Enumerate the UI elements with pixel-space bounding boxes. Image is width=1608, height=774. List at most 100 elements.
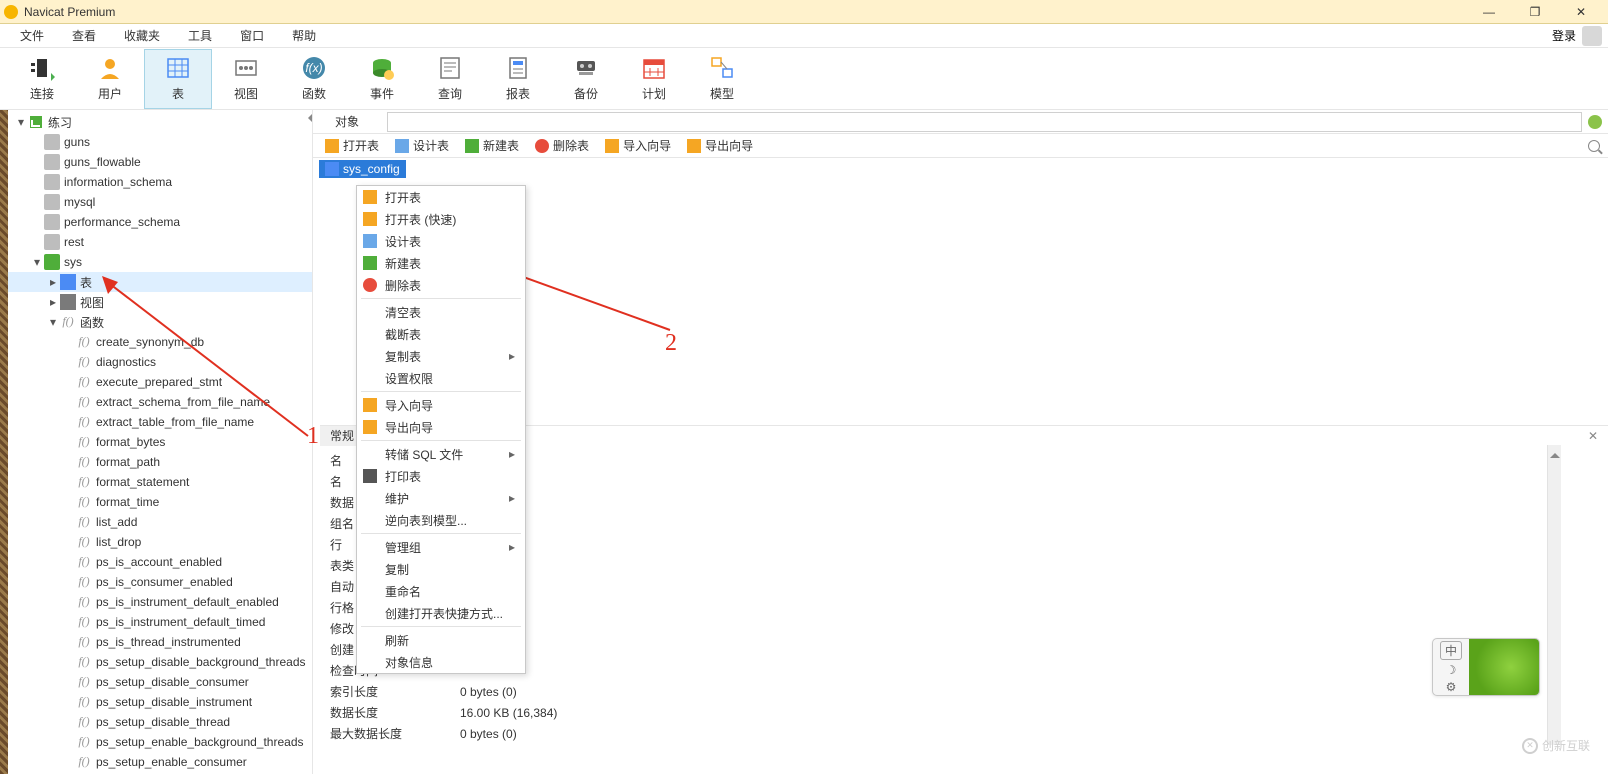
tree-node[interactable]: ▸视图 bbox=[8, 292, 312, 312]
ribbon-label: 函数 bbox=[302, 85, 326, 102]
tree-node[interactable]: f()ps_is_instrument_default_timed bbox=[8, 612, 312, 632]
ribbon-view[interactable]: 视图 bbox=[212, 49, 280, 109]
tree-node[interactable]: f()ps_setup_enable_consumer bbox=[8, 752, 312, 772]
avatar-icon[interactable] bbox=[1582, 26, 1602, 46]
watermark-logo-icon: ✕ bbox=[1522, 738, 1538, 754]
menu-tools[interactable]: 工具 bbox=[174, 24, 226, 48]
menu-file[interactable]: 文件 bbox=[6, 24, 58, 48]
ribbon-event[interactable]: 事件 bbox=[348, 49, 416, 109]
tb-design-table[interactable]: 设计表 bbox=[389, 135, 455, 157]
tree-node[interactable]: f()ps_setup_disable_background_threads bbox=[8, 652, 312, 672]
search-icon[interactable] bbox=[1588, 140, 1600, 152]
ribbon-schedule[interactable]: 计划 bbox=[620, 49, 688, 109]
menu-view[interactable]: 查看 bbox=[58, 24, 110, 48]
tree-node[interactable]: f()extract_table_from_file_name bbox=[8, 412, 312, 432]
search-box[interactable] bbox=[387, 112, 1582, 132]
tree-node[interactable]: f()ps_is_account_enabled bbox=[8, 552, 312, 572]
menu-bar: 文件 查看 收藏夹 工具 窗口 帮助 登录 bbox=[0, 24, 1608, 48]
ribbon-query[interactable]: 查询 bbox=[416, 49, 484, 109]
ctx-item[interactable]: 创建打开表快捷方式... bbox=[357, 602, 525, 624]
tree-node[interactable]: f()format_statement bbox=[8, 472, 312, 492]
ctx-item[interactable]: 打开表 (快速) bbox=[357, 208, 525, 230]
tb-open-table[interactable]: 打开表 bbox=[319, 135, 385, 157]
annotation-label-2: 2 bbox=[665, 330, 677, 357]
tree-node[interactable]: f()ps_is_consumer_enabled bbox=[8, 572, 312, 592]
tree-node[interactable]: f()format_time bbox=[8, 492, 312, 512]
tree-node[interactable]: f()execute_prepared_stmt bbox=[8, 372, 312, 392]
ribbon-connect[interactable]: 连接 bbox=[8, 49, 76, 109]
login-link[interactable]: 登录 bbox=[1552, 27, 1576, 44]
ctx-item[interactable]: 对象信息 bbox=[357, 651, 525, 673]
watermark-text: 创新互联 bbox=[1542, 737, 1590, 754]
menu-help[interactable]: 帮助 bbox=[278, 24, 330, 48]
tree-node[interactable]: ▸表 bbox=[8, 272, 312, 292]
tree-node[interactable]: f()create_synonym_db bbox=[8, 332, 312, 352]
minimize-button[interactable]: — bbox=[1466, 1, 1512, 23]
tree-node[interactable]: ▾sys bbox=[8, 252, 312, 272]
tree-node[interactable]: performance_schema bbox=[8, 212, 312, 232]
tree-node[interactable]: rest bbox=[8, 232, 312, 252]
ctx-item[interactable]: 打印表 bbox=[357, 465, 525, 487]
ctx-item[interactable]: 设计表 bbox=[357, 230, 525, 252]
window-left-edge bbox=[0, 110, 8, 774]
ribbon-report[interactable]: 报表 bbox=[484, 49, 552, 109]
ctx-item[interactable]: 删除表 bbox=[357, 274, 525, 296]
info-close-button[interactable]: ✕ bbox=[1578, 429, 1608, 443]
ribbon-backup[interactable]: 备份 bbox=[552, 49, 620, 109]
ctx-item[interactable]: 导出向导 bbox=[357, 416, 525, 438]
tree-node[interactable]: ▾练习 bbox=[8, 112, 312, 132]
tree-node[interactable]: guns bbox=[8, 132, 312, 152]
tb-import[interactable]: 导入向导 bbox=[599, 135, 677, 157]
maximize-button[interactable]: ❐ bbox=[1512, 1, 1558, 23]
selected-table-item[interactable]: sys_config bbox=[319, 160, 406, 178]
tree-node[interactable]: f()format_path bbox=[8, 452, 312, 472]
ctx-item[interactable]: 打开表 bbox=[357, 186, 525, 208]
menu-fav[interactable]: 收藏夹 bbox=[110, 24, 174, 48]
tree-node[interactable]: f()list_add bbox=[8, 512, 312, 532]
close-button[interactable]: ✕ bbox=[1558, 1, 1604, 23]
gear-icon: ⚙ bbox=[1446, 680, 1457, 694]
tb-new-table[interactable]: 新建表 bbox=[459, 135, 525, 157]
ctx-item[interactable]: 维护▸ bbox=[357, 487, 525, 509]
tree-node[interactable]: f()list_drop bbox=[8, 532, 312, 552]
tree-node[interactable]: f()extract_schema_from_file_name bbox=[8, 392, 312, 412]
ctx-item[interactable]: 刷新 bbox=[357, 629, 525, 651]
menu-window[interactable]: 窗口 bbox=[226, 24, 278, 48]
ctx-item[interactable]: 清空表 bbox=[357, 301, 525, 323]
ribbon-table[interactable]: 表 bbox=[144, 49, 212, 109]
tree-node[interactable]: f()format_bytes bbox=[8, 432, 312, 452]
ribbon-user[interactable]: 用户 bbox=[76, 49, 144, 109]
context-menu[interactable]: 打开表打开表 (快速)设计表新建表删除表清空表截断表复制表▸设置权限导入向导导出… bbox=[356, 185, 526, 674]
refresh-icon[interactable] bbox=[1588, 115, 1602, 129]
tb-delete-table[interactable]: 删除表 bbox=[529, 135, 595, 157]
tree-node[interactable]: f()ps_setup_enable_background_threads bbox=[8, 732, 312, 752]
ctx-item[interactable]: 复制 bbox=[357, 558, 525, 580]
ribbon-model[interactable]: 模型 bbox=[688, 49, 756, 109]
vertical-scrollbar[interactable] bbox=[1547, 445, 1561, 745]
ctx-item[interactable]: 截断表 bbox=[357, 323, 525, 345]
tree-node[interactable]: mysql bbox=[8, 192, 312, 212]
object-tab[interactable]: 对象 bbox=[323, 110, 371, 134]
ctx-item[interactable]: 新建表 bbox=[357, 252, 525, 274]
ctx-item[interactable]: 设置权限 bbox=[357, 367, 525, 389]
ctx-item[interactable]: 复制表▸ bbox=[357, 345, 525, 367]
tree-node[interactable]: guns_flowable bbox=[8, 152, 312, 172]
ctx-item[interactable]: 重命名 bbox=[357, 580, 525, 602]
tree-node[interactable]: ▾f()函数 bbox=[8, 312, 312, 332]
ctx-item[interactable]: 逆向表到模型... bbox=[357, 509, 525, 531]
tb-export[interactable]: 导出向导 bbox=[681, 135, 759, 157]
tree-node[interactable]: f()ps_setup_disable_instrument bbox=[8, 692, 312, 712]
ctx-item[interactable]: 导入向导 bbox=[357, 394, 525, 416]
tree-node[interactable]: f()ps_setup_disable_consumer bbox=[8, 672, 312, 692]
tree-node[interactable]: f()ps_is_instrument_default_enabled bbox=[8, 592, 312, 612]
ctx-item[interactable]: 转储 SQL 文件▸ bbox=[357, 443, 525, 465]
tree-node[interactable]: information_schema bbox=[8, 172, 312, 192]
ctx-item[interactable]: 管理组▸ bbox=[357, 536, 525, 558]
ime-badge[interactable]: 中 ☽ ⚙ bbox=[1432, 638, 1540, 696]
tree-node[interactable]: f()ps_is_thread_instrumented bbox=[8, 632, 312, 652]
annotation-label-1: 1 bbox=[307, 423, 319, 450]
db-tree[interactable]: ▾练习gunsguns_flowableinformation_schemamy… bbox=[8, 110, 312, 774]
tree-node[interactable]: f()diagnostics bbox=[8, 352, 312, 372]
ribbon-function[interactable]: f(x)函数 bbox=[280, 49, 348, 109]
tree-node[interactable]: f()ps_setup_disable_thread bbox=[8, 712, 312, 732]
